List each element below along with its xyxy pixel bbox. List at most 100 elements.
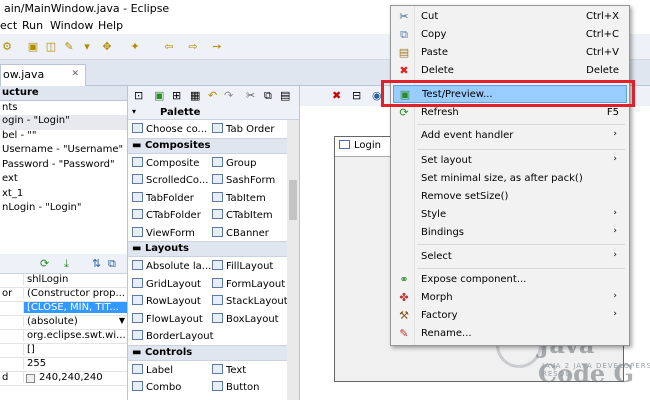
palette-item[interactable]: CTabFolder: [132, 209, 201, 221]
tree-item[interactable]: bel - "": [0, 130, 127, 145]
palette-item[interactable]: Text: [212, 363, 246, 376]
scissors-icon[interactable]: ✂: [246, 89, 255, 102]
paste-icon[interactable]: ▤: [280, 89, 290, 102]
palette-item[interactable]: BoxLayout: [212, 312, 279, 325]
menu-help[interactable]: Help: [98, 19, 123, 32]
property-row[interactable]: d 240,240,240: [0, 372, 127, 386]
palette-title: Palette: [160, 107, 201, 118]
palette-item[interactable]: Absolute la...: [132, 260, 211, 272]
menu-item-select[interactable]: Select ›: [393, 248, 627, 266]
color-swatch[interactable]: [26, 374, 35, 383]
tree-item[interactable]: Username - "Username": [0, 144, 127, 159]
palette-item[interactable]: FlowLayout: [132, 312, 203, 325]
menu-item-copy[interactable]: ⧉ Copy Ctrl+C: [393, 26, 627, 44]
property-row[interactable]: []: [0, 344, 127, 358]
menu-window[interactable]: Window: [50, 19, 93, 32]
pencil-icon[interactable]: ✎: [62, 40, 76, 54]
menu-item-expose-component[interactable]: ⚭ Expose component...: [393, 271, 627, 289]
redo-icon[interactable]: ↷: [224, 89, 233, 102]
property-row[interactable]: 255: [0, 358, 127, 372]
tab-mainwindow-java[interactable]: ow.java ✕: [0, 64, 86, 86]
palette-item[interactable]: Combo: [132, 381, 181, 393]
folder-icon[interactable]: ▣: [26, 40, 40, 54]
palette-item-choose-component[interactable]: Choose co...: [132, 123, 207, 135]
event-icon[interactable]: ⟳: [40, 257, 49, 270]
palette-item[interactable]: Group: [212, 156, 256, 169]
forward-icon[interactable]: ⇨: [186, 40, 200, 54]
properties-icon[interactable]: ⊟: [352, 89, 361, 102]
undo-icon[interactable]: ↶: [208, 89, 217, 102]
tree-item[interactable]: nLogin - "Login": [0, 202, 127, 217]
menu-item-set-minimal-size[interactable]: Set minimal size, as after pack(): [393, 170, 627, 188]
tree-item[interactable]: ext: [0, 173, 127, 188]
property-row[interactable]: [CLOSE, MIN, TIT...: [0, 302, 127, 316]
palette-item-tab-order[interactable]: Tab Order: [212, 123, 275, 135]
filter-icon[interactable]: ⇅: [92, 257, 101, 270]
menu-item-factory[interactable]: ⚒ Factory ›: [393, 307, 627, 325]
palette-category-layouts[interactable]: ▬ Layouts: [128, 241, 299, 257]
menu-item-rename[interactable]: ✎ Rename...: [393, 325, 627, 343]
tree-item[interactable]: ogin - "Login": [0, 115, 127, 130]
chevron-down-icon[interactable]: ▾: [80, 40, 94, 54]
factory-icon: ⚒: [399, 309, 409, 322]
palette-item[interactable]: Composite: [132, 156, 199, 169]
menu-item-morph[interactable]: ✤ Morph ›: [393, 289, 627, 307]
palette-item[interactable]: GridLayout: [132, 277, 201, 290]
menu-item-delete[interactable]: ✖ Delete Delete: [393, 62, 627, 80]
chevron-down-icon[interactable]: ▾: [132, 107, 136, 116]
components-subheader: nts: [2, 102, 18, 113]
menu-run[interactable]: Run: [22, 19, 43, 32]
menu-separator: [417, 124, 625, 125]
design-icon[interactable]: ▣: [154, 89, 164, 102]
menu-item-paste[interactable]: ▤ Paste Ctrl+V: [393, 44, 627, 62]
palette-item[interactable]: Button: [212, 381, 260, 393]
menu-icon[interactable]: ⧉: [108, 257, 116, 271]
nav-icon[interactable]: ✦: [128, 40, 142, 54]
download-icon[interactable]: ⤓: [64, 257, 69, 271]
palette-item[interactable]: CBanner: [212, 226, 269, 239]
structure-header: ucture: [0, 86, 127, 101]
palette-item[interactable]: CTabItem: [212, 209, 273, 221]
source-icon[interactable]: ⊡: [134, 89, 143, 102]
palette-item[interactable]: FillLayout: [212, 260, 273, 272]
menu-item-cut[interactable]: ✂ Cut Ctrl+X: [393, 8, 627, 26]
open-type-icon[interactable]: ◫: [44, 40, 58, 54]
pin-icon[interactable]: ✥: [100, 40, 114, 54]
menu-item-style[interactable]: Style ›: [393, 206, 627, 224]
menu-project[interactable]: ect: [0, 19, 17, 32]
menu-item-bindings[interactable]: Bindings ›: [393, 224, 627, 242]
gear-icon[interactable]: ⚙: [0, 40, 14, 54]
copy-icon[interactable]: ⧉: [264, 89, 272, 103]
scrollbar-thumb[interactable]: [289, 180, 297, 220]
palette-category-controls[interactable]: ▬ Controls: [128, 344, 299, 361]
property-row[interactable]: org.eclipse.swt.wi...: [0, 330, 127, 344]
back-icon[interactable]: ⇦: [162, 40, 176, 54]
menu-item-set-layout[interactable]: Set layout ›: [393, 152, 627, 170]
palette-item[interactable]: FormLayout: [212, 277, 285, 290]
arrow-right-icon[interactable]: ➙: [210, 40, 224, 54]
palette-item[interactable]: RowLayout: [132, 295, 201, 307]
palette-item[interactable]: TabFolder: [132, 191, 194, 204]
palette-category-composites[interactable]: ▬ Composites: [128, 137, 299, 154]
menu-item-add-event-handler[interactable]: Add event handler ›: [393, 127, 627, 145]
palette-item[interactable]: StackLayout: [212, 295, 288, 307]
grid-icon[interactable]: ▦: [190, 89, 200, 102]
chevron-down-icon[interactable]: ▼: [119, 316, 125, 325]
palette-item[interactable]: ViewForm: [132, 226, 195, 239]
close-icon[interactable]: ✕: [71, 69, 79, 79]
palette-item[interactable]: BorderLayout: [132, 330, 214, 342]
property-row[interactable]: or (Constructor prop...: [0, 288, 127, 302]
property-row[interactable]: (absolute) ▼: [0, 316, 127, 330]
tree-item[interactable]: xt_1: [0, 188, 127, 203]
tree-item[interactable]: Password - "Password": [0, 159, 127, 174]
menu-item-remove-setsize[interactable]: Remove setSize(): [393, 188, 627, 206]
properties-toolbar: ⟳ ⤓ ⇅ ⧉: [0, 254, 127, 274]
delete-icon[interactable]: ✖: [332, 89, 341, 102]
palette-item[interactable]: TabItem: [212, 191, 266, 204]
palette-item[interactable]: SashForm: [212, 174, 275, 186]
palette-scrollbar[interactable]: [287, 120, 299, 400]
palette-item[interactable]: Label: [132, 363, 173, 376]
property-row[interactable]: shlLogin: [0, 274, 127, 288]
palette-item[interactable]: ScrolledCo...: [132, 174, 208, 186]
layout-icon[interactable]: ⊞: [172, 89, 181, 102]
